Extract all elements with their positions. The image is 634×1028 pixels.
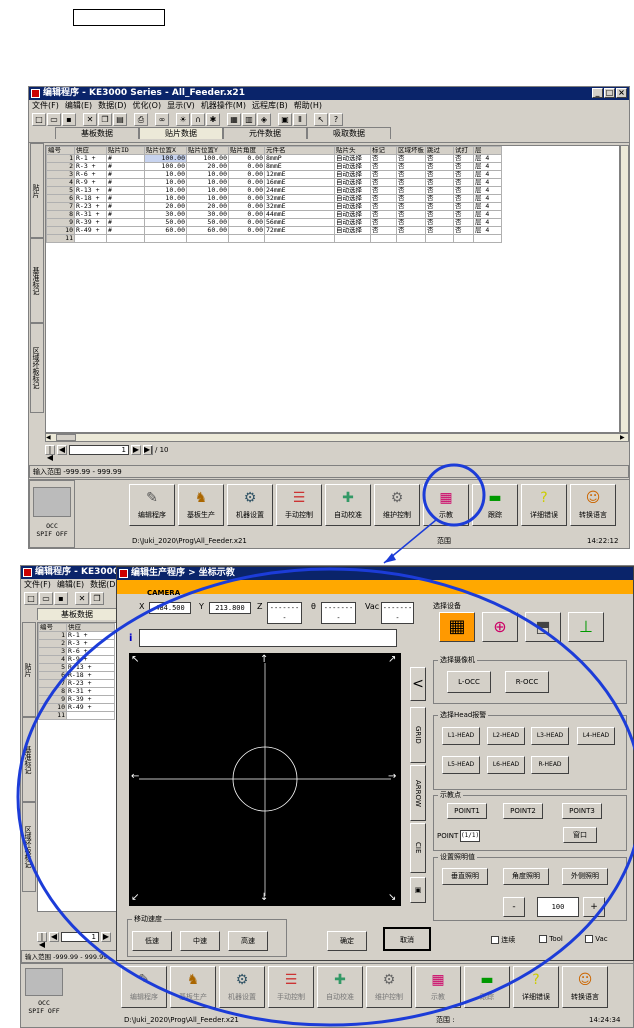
highlight-ellipse-large: [16, 567, 634, 1027]
annotation-overlay: [16, 463, 634, 1027]
highlight-circle-small: [422, 463, 486, 527]
